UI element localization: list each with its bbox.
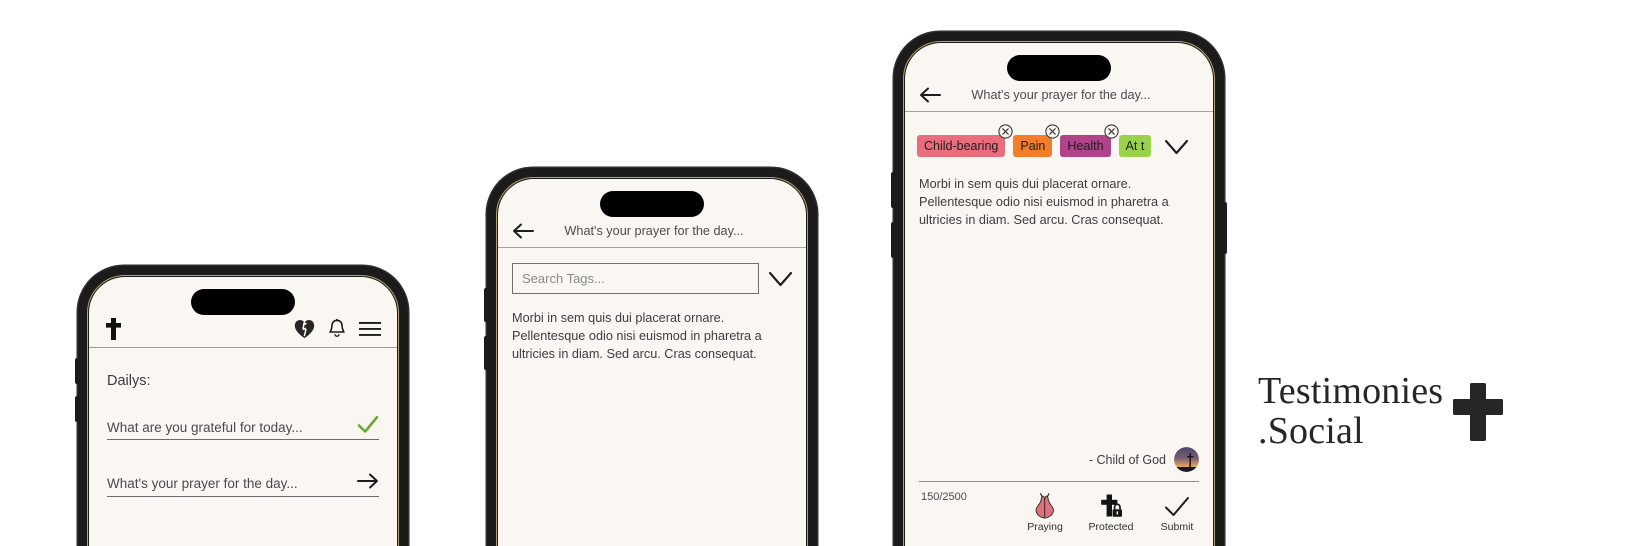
compose-action-bar: Praying Protected Submit (1019, 493, 1203, 533)
arrow-left-icon[interactable] (919, 86, 941, 104)
tag-chip[interactable]: Pain (1013, 124, 1061, 157)
prayer-body-text[interactable]: Morbi in sem quis dui placerat ornare. P… (919, 175, 1201, 229)
phone-mockup-tag-search: What's your prayer for the day... Search… (484, 168, 817, 546)
brand-logo-text: Testimonies .Social (1258, 370, 1444, 452)
tag-search-row: Search Tags... (512, 263, 794, 294)
header-divider (89, 347, 397, 348)
brand-logo-line1: Testimonies (1258, 370, 1444, 412)
tag-chip[interactable]: At t (1118, 135, 1152, 157)
search-tags-input[interactable]: Search Tags... (512, 263, 759, 294)
phone3-topbar: What's your prayer for the day... (905, 79, 1213, 111)
tag-label: Health (1067, 139, 1104, 153)
arrow-left-icon[interactable] (512, 222, 534, 240)
remove-circle-icon[interactable] (998, 124, 1014, 139)
tag-label: At t (1125, 139, 1145, 153)
daily-prompt-prayer-label: What's your prayer for the day... (107, 476, 298, 491)
phone2-topbar: What's your prayer for the day... (498, 215, 806, 247)
selected-tags-row: Child-bearing Pain Health At t (917, 124, 1203, 161)
dynamic-island (600, 191, 704, 217)
brand-logo-line2: .Social (1258, 409, 1364, 452)
character-counter: 150/2500 (921, 491, 967, 503)
volume-down-button[interactable] (891, 222, 895, 258)
submit-button-label: Submit (1160, 521, 1194, 533)
user-avatar[interactable] (1174, 447, 1199, 472)
tag-label: Pain (1020, 139, 1046, 153)
cross-icon[interactable] (105, 318, 122, 340)
power-button[interactable] (1223, 202, 1227, 254)
topbar-divider (905, 111, 1213, 112)
signature-label: - Child of God (1088, 452, 1166, 467)
protected-button[interactable]: Protected (1085, 493, 1137, 533)
chevron-down-icon[interactable] (767, 266, 794, 291)
tag-label: Child-bearing (924, 139, 999, 153)
dynamic-island (1007, 55, 1111, 81)
cross-lock-icon (1098, 493, 1124, 519)
bell-icon[interactable] (315, 319, 346, 339)
submit-button[interactable]: Submit (1151, 493, 1203, 533)
topbar-divider (498, 247, 806, 248)
prayer-body-text: Morbi in sem quis dui placerat ornare. P… (512, 311, 762, 362)
daily-prompt-prayer-underline (107, 496, 379, 498)
dailys-section-label: Dailys: (107, 373, 151, 389)
praying-hands-icon (1032, 493, 1058, 519)
protected-button-label: Protected (1088, 521, 1134, 533)
volume-up-button[interactable] (75, 358, 79, 384)
volume-up-button[interactable] (891, 172, 895, 208)
phone2-screen: What's your prayer for the day... Search… (498, 179, 806, 546)
volume-down-button[interactable] (75, 396, 79, 422)
praying-button[interactable]: Praying (1019, 493, 1071, 533)
brand-logo: Testimonies .Social (1258, 370, 1504, 452)
phone-mockup-dailys: Dailys: What are you grateful for today.… (75, 266, 408, 546)
tag-chip[interactable]: Child-bearing (917, 124, 1014, 157)
page-title: What's your prayer for the day... (971, 88, 1151, 102)
remove-circle-icon[interactable] (1103, 124, 1119, 139)
arrow-right-icon[interactable] (357, 472, 379, 495)
daily-prompt-gratitude-underline (107, 439, 379, 441)
compose-divider (919, 481, 1199, 483)
phone-mockup-prayer-compose: What's your prayer for the day... Child-… (891, 32, 1227, 546)
page-title: What's your prayer for the day... (564, 224, 744, 238)
cross-icon (1453, 382, 1504, 441)
daily-prompt-gratitude-label: What are you grateful for today... (107, 420, 303, 435)
remove-circle-icon[interactable] (1045, 124, 1061, 139)
check-icon[interactable] (357, 415, 379, 440)
daily-prompt-prayer[interactable]: What's your prayer for the day... (107, 472, 379, 495)
phone1-app-header (89, 311, 397, 347)
signature-row: - Child of God (1089, 447, 1199, 472)
heart-dollar-icon[interactable] (294, 319, 315, 339)
praying-button-label: Praying (1027, 521, 1063, 533)
volume-down-button[interactable] (484, 336, 488, 370)
daily-prompt-gratitude[interactable]: What are you grateful for today... (107, 415, 379, 440)
screenshot-canvas: Dailys: What are you grateful for today.… (0, 0, 1639, 546)
phone3-screen: What's your prayer for the day... Child-… (905, 43, 1213, 546)
volume-up-button[interactable] (484, 288, 488, 322)
check-icon (1164, 493, 1190, 519)
tag-chip[interactable]: Health (1060, 124, 1119, 157)
chevron-down-icon[interactable] (1159, 134, 1190, 159)
hamburger-menu-icon[interactable] (346, 321, 381, 337)
phone1-screen: Dailys: What are you grateful for today.… (89, 277, 397, 546)
